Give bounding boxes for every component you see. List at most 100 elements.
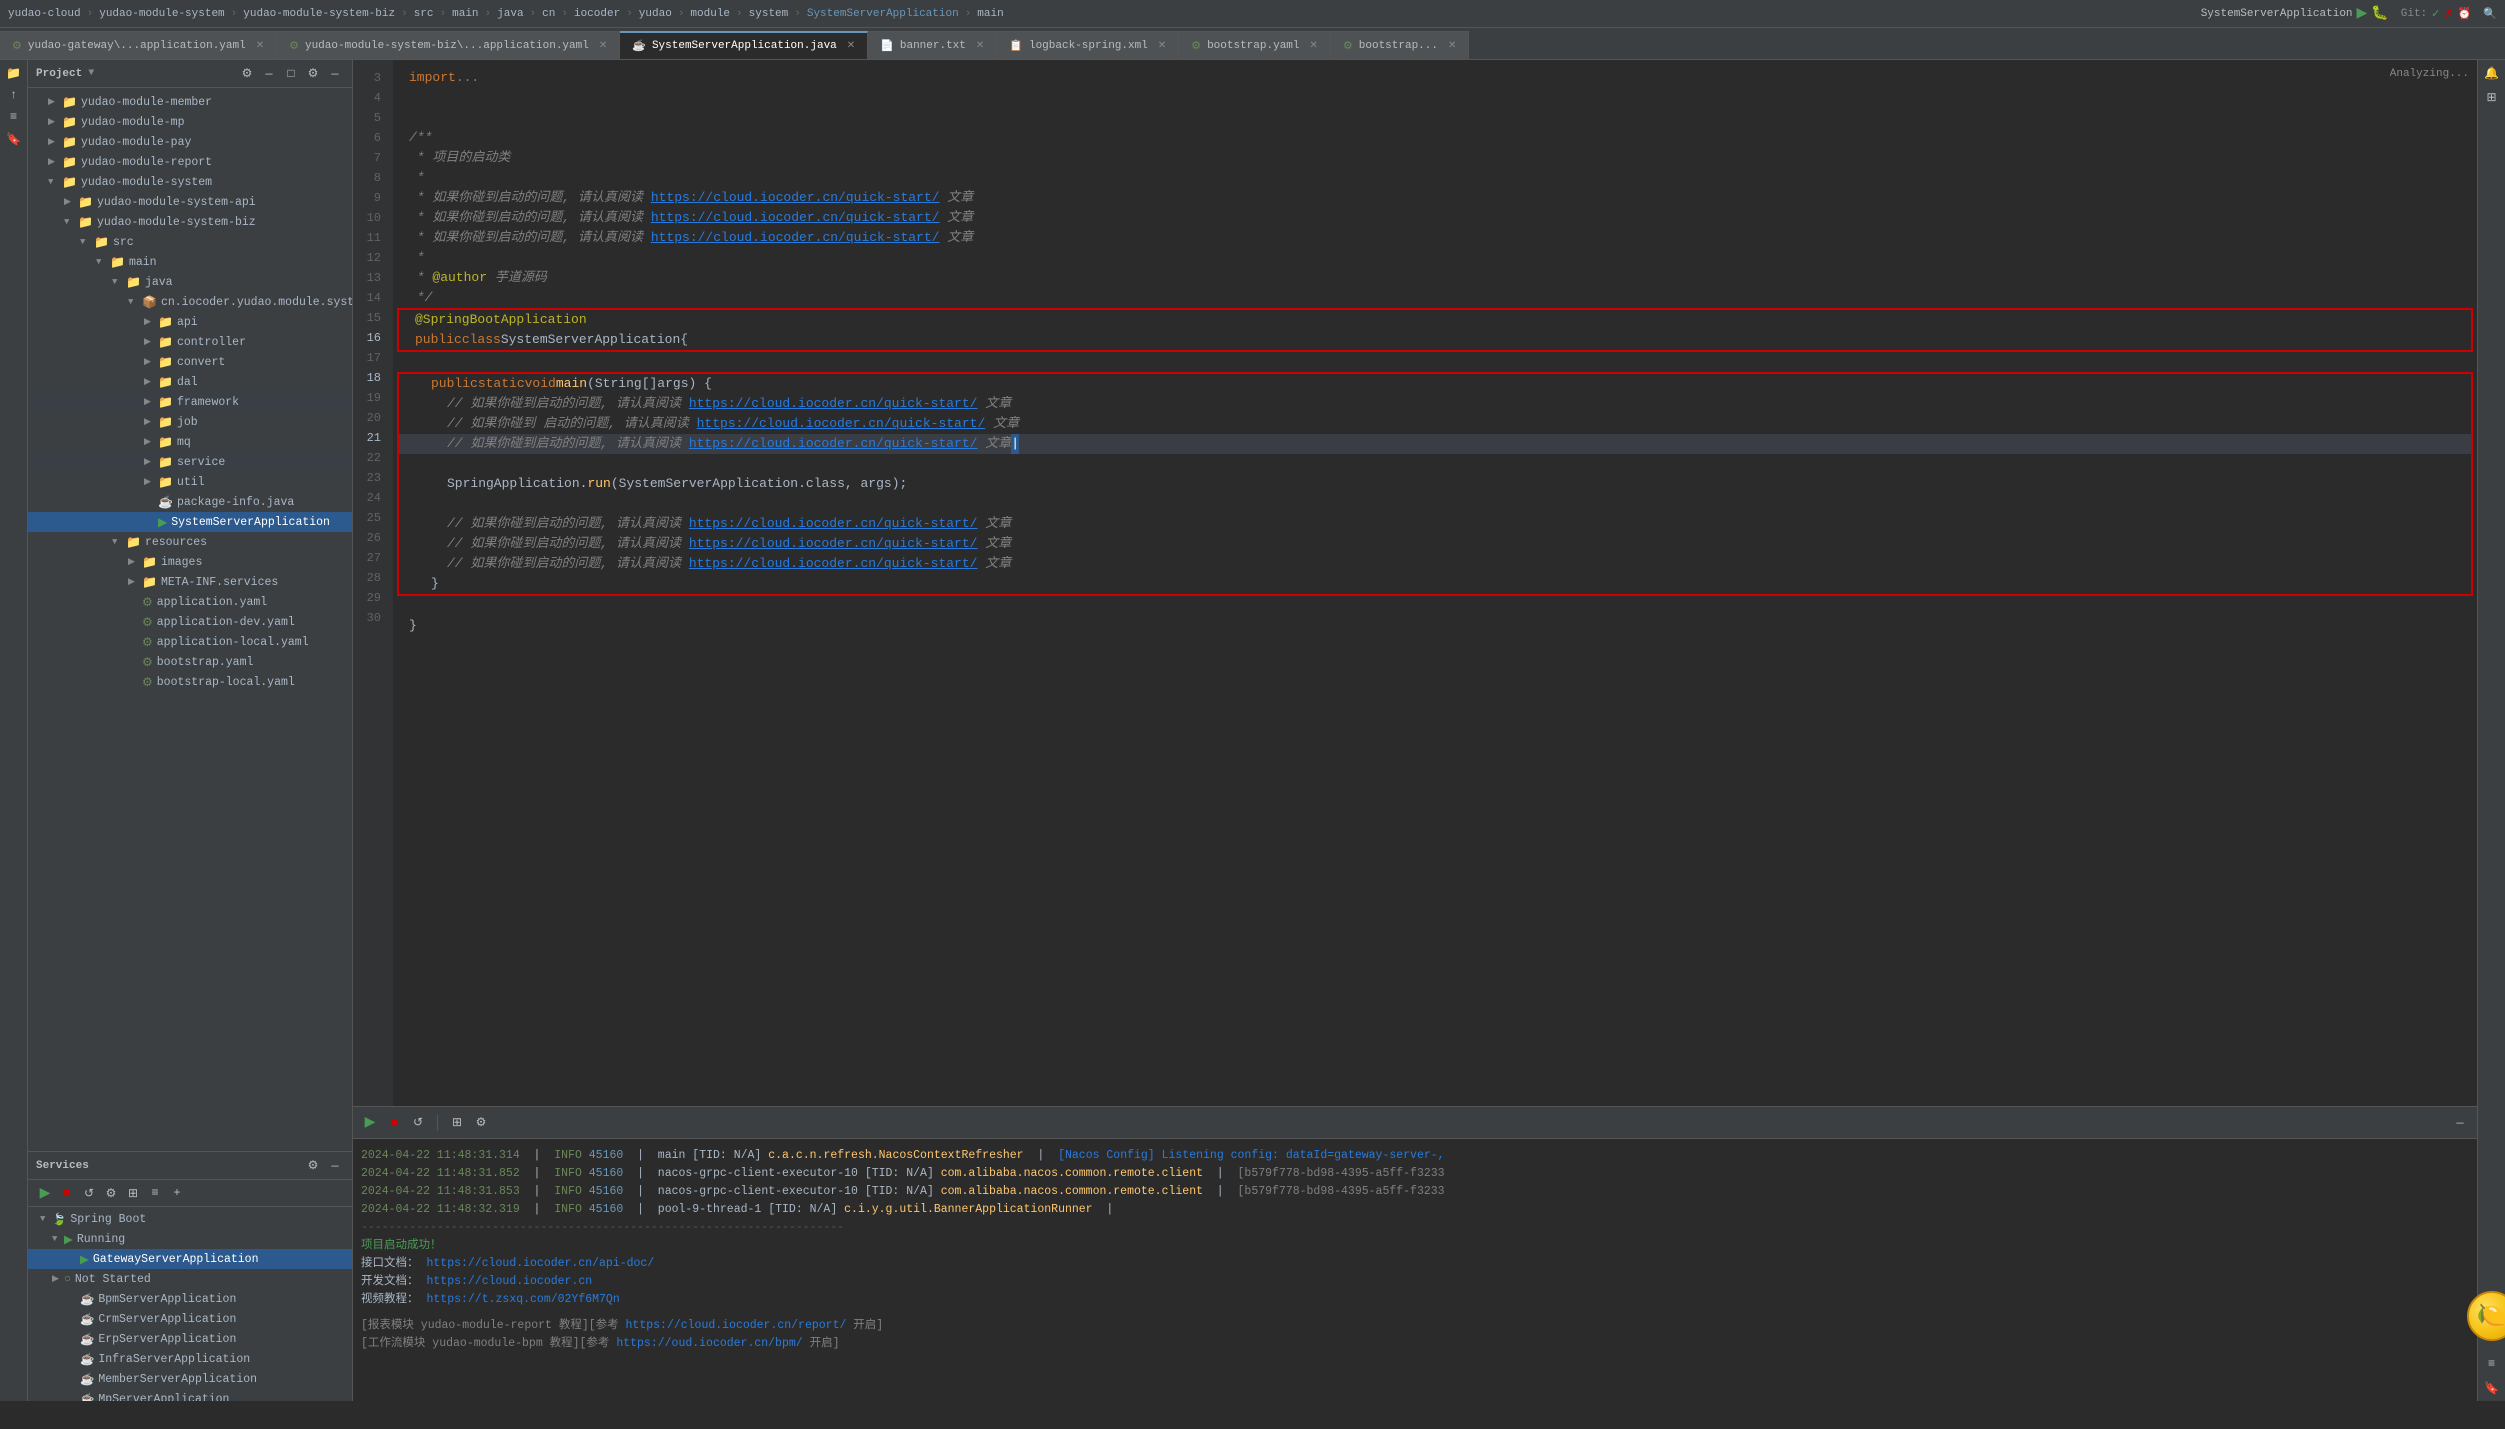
tree-item-system-biz[interactable]: ▼ 📁 yudao-module-system-biz: [28, 212, 352, 232]
console-restart-btn[interactable]: ↺: [409, 1114, 427, 1132]
tab-logback[interactable]: 📋 logback-spring.xml ✕: [997, 31, 1179, 59]
console-close-btn[interactable]: —: [2451, 1114, 2469, 1132]
bookmark-icon[interactable]: 🔖: [5, 130, 23, 148]
breadcrumb-module-system[interactable]: yudao-module-system: [99, 8, 224, 20]
tree-item-util[interactable]: ▶ 📁 util: [28, 472, 352, 492]
services-settings-icon[interactable]: ⚙: [304, 1157, 322, 1175]
tree-item-mq[interactable]: ▶ 📁 mq: [28, 432, 352, 452]
tree-item-convert[interactable]: ▶ 📁 convert: [28, 352, 352, 372]
tree-item-dal[interactable]: ▶ 📁 dal: [28, 372, 352, 392]
terminal-icon[interactable]: ⊞: [2483, 88, 2501, 106]
sidebar-settings-icon[interactable]: ⚙: [238, 65, 256, 83]
not-started-item[interactable]: ▶ ○ Not Started: [28, 1269, 352, 1289]
tree-item-framework[interactable]: ▶ 📁 framework: [28, 392, 352, 412]
tree-item-system-api[interactable]: ▶ 📁 yudao-module-system-api: [28, 192, 352, 212]
tree-item-system[interactable]: ▼ 📁 yudao-module-system: [28, 172, 352, 192]
notifications-icon[interactable]: 🔔: [2483, 64, 2501, 82]
breadcrumb-module[interactable]: module: [690, 8, 730, 20]
svc-run-btn[interactable]: ▶: [36, 1184, 54, 1202]
tab-close[interactable]: ✕: [256, 40, 264, 52]
console-stop-btn[interactable]: ■: [385, 1114, 403, 1132]
gateway-app-item[interactable]: ▶ GatewayServerApplication: [28, 1249, 352, 1269]
tree-item-bootstrap-local-yaml[interactable]: ⚙ bootstrap-local.yaml: [28, 672, 352, 692]
tab-bootstrap[interactable]: ⚙ bootstrap.yaml ✕: [1179, 31, 1331, 59]
tree-item-bootstrap-yaml[interactable]: ⚙ bootstrap.yaml: [28, 652, 352, 672]
console-content[interactable]: 2024-04-22 11:48:31.314 | INFO 45160 | m…: [353, 1139, 2477, 1401]
breadcrumb-src[interactable]: src: [414, 8, 434, 20]
svc-add-btn[interactable]: +: [168, 1184, 186, 1202]
tab-bootstrap2[interactable]: ⚙ bootstrap... ✕: [1331, 31, 1469, 59]
structure-icon[interactable]: ≡: [5, 108, 23, 126]
tree-item-report[interactable]: ▶ 📁 yudao-module-report: [28, 152, 352, 172]
crm-app-item[interactable]: ☕ CrmServerApplication: [28, 1309, 352, 1329]
tree-item-job[interactable]: ▶ 📁 job: [28, 412, 352, 432]
console-settings-btn[interactable]: ⚙: [472, 1114, 490, 1132]
tree-item-pay[interactable]: ▶ 📁 yudao-module-pay: [28, 132, 352, 152]
sidebar-collapse-icon[interactable]: —: [260, 65, 278, 83]
breadcrumb-system2[interactable]: system: [749, 8, 789, 20]
member-app-item[interactable]: ☕ MemberServerApplication: [28, 1369, 352, 1389]
breadcrumb-java[interactable]: java: [497, 8, 523, 20]
svc-group-btn[interactable]: ≡: [146, 1184, 164, 1202]
tree-item-app-yaml[interactable]: ⚙ application.yaml: [28, 592, 352, 612]
tree-item-package[interactable]: ▼ 📦 cn.iocoder.yudao.module.system: [28, 292, 352, 312]
sidebar-close-icon[interactable]: —: [326, 65, 344, 83]
console-run-btn[interactable]: ▶: [361, 1114, 379, 1132]
tab-close3[interactable]: ✕: [847, 40, 855, 52]
breadcrumb-yudao[interactable]: yudao: [639, 8, 672, 20]
svc-config-btn[interactable]: ⚙: [102, 1184, 120, 1202]
bpm-app-item[interactable]: ☕ BpmServerApplication: [28, 1289, 352, 1309]
tree-item-app-dev-yaml[interactable]: ⚙ application-dev.yaml: [28, 612, 352, 632]
bookmarks-side-icon[interactable]: 🔖: [2483, 1379, 2501, 1397]
sidebar-gear-icon[interactable]: ⚙: [304, 65, 322, 83]
mp-app-item[interactable]: ☕ MpServerApplication: [28, 1389, 352, 1401]
breadcrumb-module-system-biz[interactable]: yudao-module-system-biz: [243, 8, 395, 20]
tree-item-package-info[interactable]: ☕ package-info.java: [28, 492, 352, 512]
tab-system-yaml[interactable]: ⚙ yudao-module-system-biz\...application…: [277, 31, 620, 59]
tab-banner[interactable]: 📄 banner.txt ✕: [868, 31, 997, 59]
tree-item-main[interactable]: ▼ 📁 main: [28, 252, 352, 272]
code-editor[interactable]: Analyzing... import ... /** * 项目的启动类: [393, 60, 2477, 1106]
running-item[interactable]: ▼ ▶ Running: [28, 1229, 352, 1249]
tab-close4[interactable]: ✕: [976, 40, 984, 52]
tree-item-mp[interactable]: ▶ 📁 yudao-module-mp: [28, 112, 352, 132]
tree-item-src[interactable]: ▼ 📁 src: [28, 232, 352, 252]
tree-item-controller[interactable]: ▶ 📁 controller: [28, 332, 352, 352]
tree-item-member[interactable]: ▶ 📁 yudao-module-member: [28, 92, 352, 112]
commit-icon[interactable]: ↑: [5, 86, 23, 104]
tab-close2[interactable]: ✕: [599, 40, 607, 52]
tree-item-images[interactable]: ▶ 📁 images: [28, 552, 352, 572]
breadcrumb-app[interactable]: SystemServerApplication: [807, 8, 959, 20]
tree-item-api[interactable]: ▶ 📁 api: [28, 312, 352, 332]
svc-filter-btn[interactable]: ⊞: [124, 1184, 142, 1202]
tree-item-resources[interactable]: ▼ 📁 resources: [28, 532, 352, 552]
run-button[interactable]: ▶: [2357, 5, 2368, 22]
tree-item-meta-inf[interactable]: ▶ 📁 META-INF.services: [28, 572, 352, 592]
svc-stop-btn[interactable]: ■: [58, 1184, 76, 1202]
tree-item-service[interactable]: ▶ 📁 service: [28, 452, 352, 472]
project-icon[interactable]: 📁: [5, 64, 23, 82]
breadcrumb-main2[interactable]: main: [977, 8, 1003, 20]
infra-app-item[interactable]: ☕ InfraServerApplication: [28, 1349, 352, 1369]
breadcrumb-iocoder[interactable]: iocoder: [574, 8, 620, 20]
tree-item-app-local-yaml[interactable]: ⚙ application-local.yaml: [28, 632, 352, 652]
structure-side-icon[interactable]: ≡: [2483, 1355, 2501, 1373]
breadcrumb-cn[interactable]: cn: [542, 8, 555, 20]
tab-close5[interactable]: ✕: [1158, 40, 1166, 52]
tab-close7[interactable]: ✕: [1448, 40, 1456, 52]
tab-close6[interactable]: ✕: [1310, 40, 1318, 52]
services-close-icon[interactable]: —: [326, 1157, 344, 1175]
tree-item-java[interactable]: ▼ 📁 java: [28, 272, 352, 292]
spring-boot-item[interactable]: ▼ 🍃 Spring Boot: [28, 1209, 352, 1229]
git-check[interactable]: ✓: [2431, 7, 2440, 21]
tab-gateway-yaml[interactable]: ⚙ yudao-gateway\...application.yaml ✕: [0, 31, 277, 59]
erp-app-item[interactable]: ☕ ErpServerApplication: [28, 1329, 352, 1349]
debug-button[interactable]: 🐛: [2371, 5, 2388, 22]
svc-restart-btn[interactable]: ↺: [80, 1184, 98, 1202]
search-icon[interactable]: 🔍: [2483, 7, 2497, 21]
sidebar-expand-icon[interactable]: □: [282, 65, 300, 83]
breadcrumb-yudao-cloud[interactable]: yudao-cloud: [8, 8, 81, 20]
console-filter-btn[interactable]: ⊞: [448, 1114, 466, 1132]
git-x[interactable]: ✗: [2444, 7, 2453, 21]
tree-item-system-server-app[interactable]: ▶ SystemServerApplication: [28, 512, 352, 532]
